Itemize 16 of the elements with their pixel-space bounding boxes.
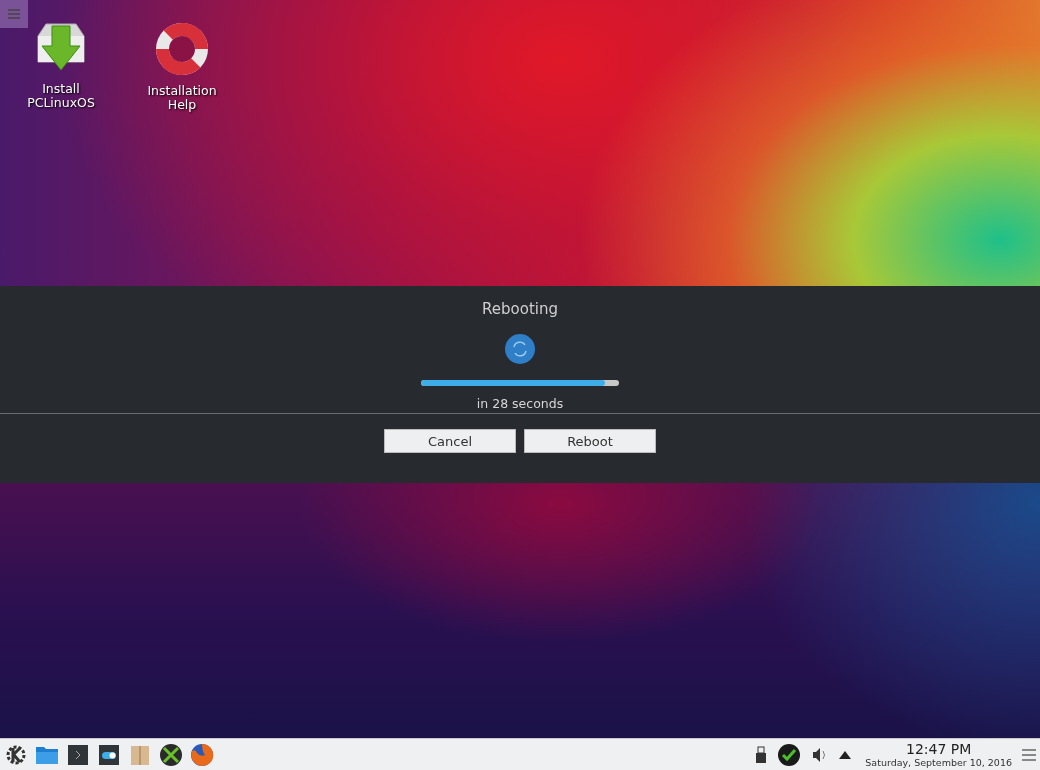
desktop-icon-label[interactable]: Installation Help [142, 84, 222, 112]
terminal-icon[interactable] [66, 742, 90, 767]
cancel-button[interactable]: Cancel [384, 429, 516, 453]
dialog-title: Rebooting [482, 300, 558, 318]
menu-icon [8, 9, 20, 19]
clock-date: Saturday, September 10, 2016 [865, 756, 1012, 768]
expand-arrow-icon[interactable] [839, 750, 852, 759]
lifebuoy-icon [153, 20, 211, 78]
clock-time[interactable]: 12:47 PM [906, 741, 972, 757]
checkmark-icon[interactable] [777, 742, 802, 767]
desktop-icon-label[interactable]: Install PCLinuxOS [21, 82, 101, 110]
sync-icon [505, 334, 535, 364]
menu-icon[interactable] [1022, 748, 1036, 761]
toggle-icon[interactable] [97, 742, 121, 767]
reboot-button[interactable]: Reboot [524, 429, 656, 453]
countdown-text: in 28 seconds [476, 396, 564, 411]
